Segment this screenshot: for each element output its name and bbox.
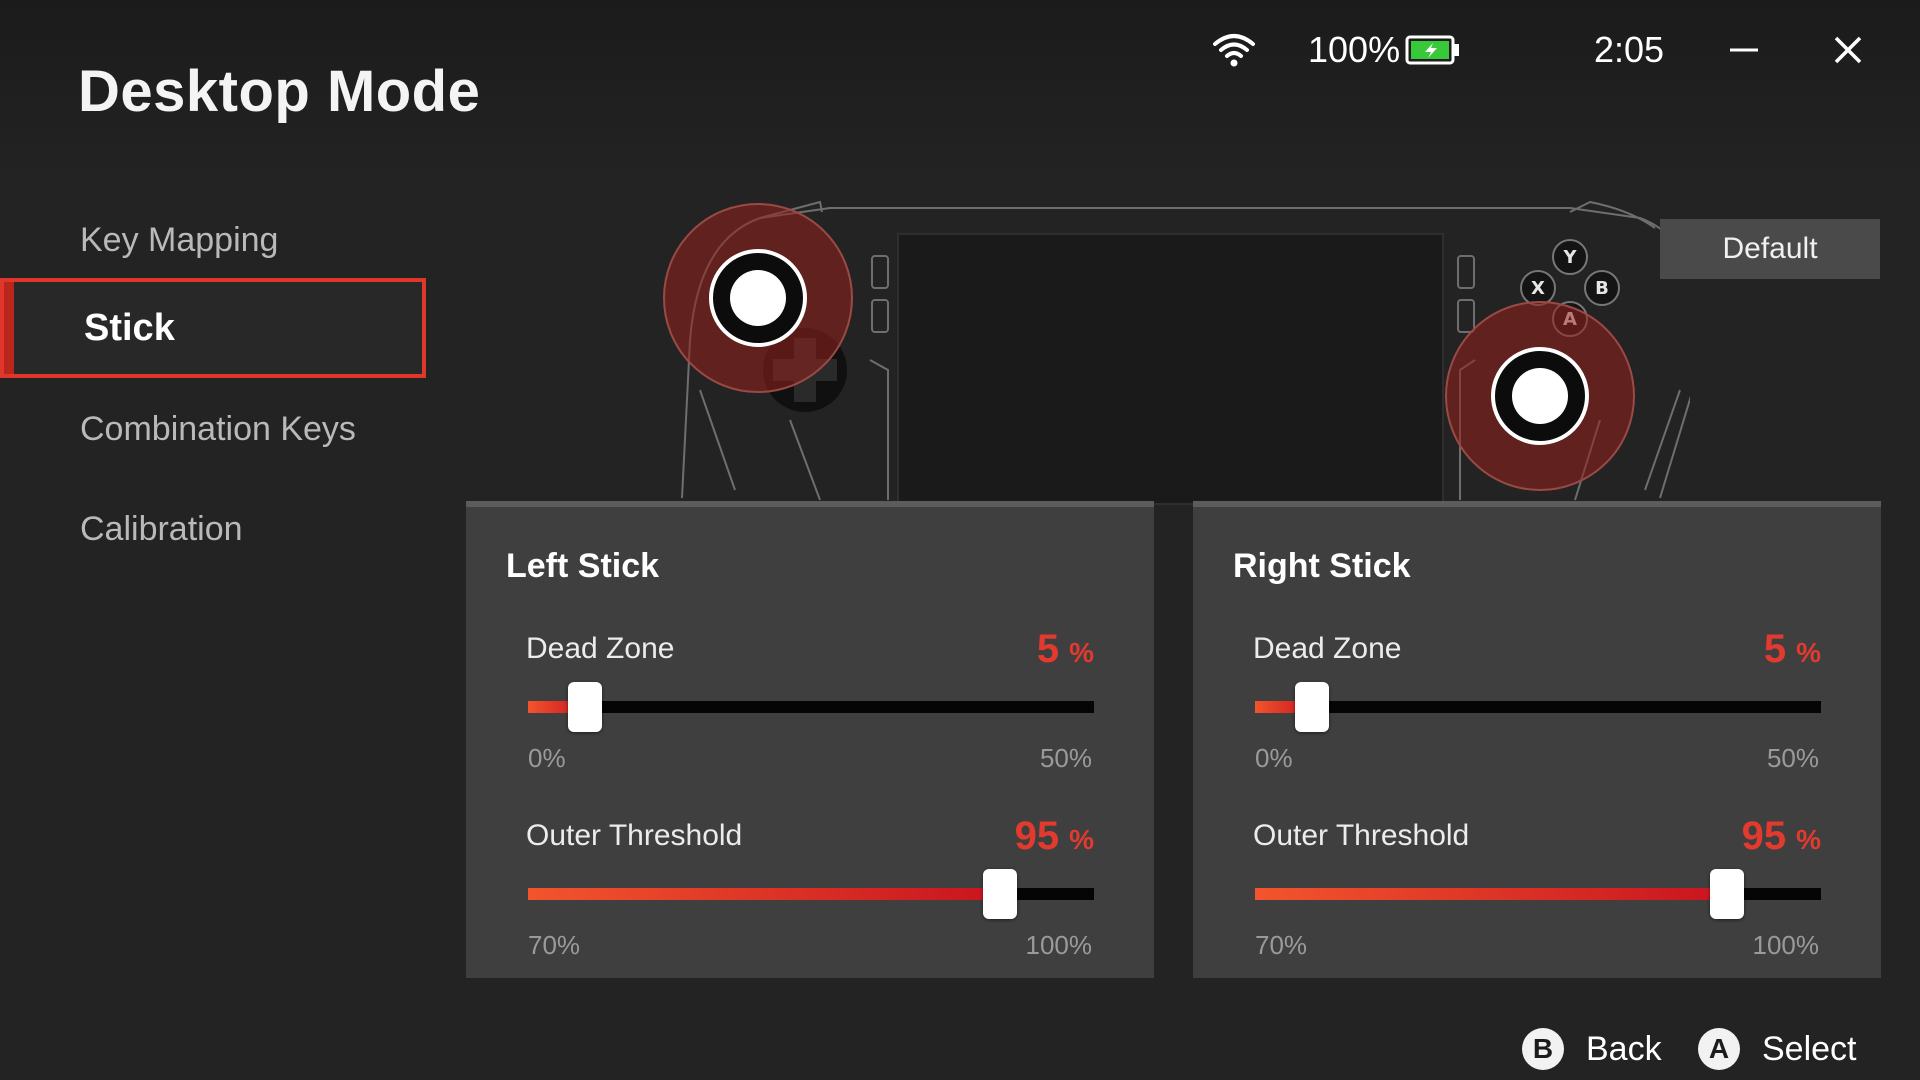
sidebar-item-key-mapping[interactable]: Key Mapping — [0, 190, 426, 290]
wifi-icon — [1212, 22, 1266, 78]
slider-thumb[interactable] — [982, 869, 1017, 919]
close-icon — [1834, 36, 1862, 64]
sidebar-item-stick[interactable]: Stick — [0, 278, 426, 378]
right-outer-threshold-max: 100% — [1752, 930, 1820, 960]
minimize-icon — [1730, 48, 1758, 52]
default-button[interactable]: Default — [1660, 219, 1880, 279]
sidebar-item-combination-keys[interactable]: Combination Keys — [0, 379, 426, 479]
slider-thumb[interactable] — [1294, 682, 1329, 732]
right-dead-zone-min: 0% — [1255, 743, 1293, 773]
b-button-icon: B — [1522, 1028, 1564, 1070]
back-hint-button[interactable]: B Back — [1522, 1028, 1662, 1070]
right-outer-threshold-min: 70% — [1255, 930, 1308, 960]
sidebar-item-calibration[interactable]: Calibration — [0, 479, 426, 579]
clock: 2:05 — [1594, 29, 1665, 70]
left-outer-threshold-slider[interactable] — [528, 869, 1094, 919]
left-dead-zone-value: 5% — [1036, 627, 1094, 671]
left-outer-threshold-min: 70% — [528, 930, 581, 960]
a-button-icon: A — [1698, 1028, 1740, 1070]
face-button-b: B — [1595, 278, 1609, 299]
left-dead-zone-min: 0% — [528, 743, 566, 773]
left-dead-zone-slider[interactable] — [528, 682, 1094, 732]
select-hint-button[interactable]: A Select — [1698, 1028, 1857, 1070]
face-button-x: X — [1531, 278, 1545, 299]
right-outer-threshold-label: Outer Threshold — [1253, 819, 1470, 852]
right-stick-highlight — [1445, 301, 1635, 491]
close-button[interactable] — [1820, 22, 1876, 78]
battery-charging-icon — [1405, 22, 1461, 78]
back-label: Back — [1586, 1029, 1662, 1068]
device-illustration: Y X B A — [640, 190, 1710, 510]
left-dead-zone-label: Dead Zone — [526, 632, 675, 665]
left-stick-highlight — [663, 203, 853, 393]
left-outer-threshold-value: 95% — [1014, 814, 1094, 858]
battery-percent: 100% — [1308, 29, 1401, 70]
page-title: Desktop Mode — [78, 59, 481, 124]
left-outer-threshold-max: 100% — [1025, 930, 1093, 960]
right-stick-panel: Right Stick Dead Zone 5% 0% 50% Outer Th… — [1193, 501, 1881, 978]
right-stick-title: Right Stick — [1233, 547, 1411, 585]
slider-thumb[interactable] — [1709, 869, 1744, 919]
select-label: Select — [1762, 1029, 1857, 1068]
left-stick-panel: Left Stick Dead Zone 5% 0% 50% Outer Thr… — [466, 501, 1154, 978]
slider-thumb[interactable] — [567, 682, 602, 732]
right-dead-zone-slider[interactable] — [1255, 682, 1821, 732]
right-dead-zone-label: Dead Zone — [1253, 632, 1402, 665]
right-outer-threshold-slider[interactable] — [1255, 869, 1821, 919]
right-dead-zone-max: 50% — [1766, 743, 1819, 773]
right-dead-zone-value: 5% — [1763, 627, 1821, 671]
minimize-button[interactable] — [1716, 22, 1772, 78]
left-stick-title: Left Stick — [506, 547, 660, 585]
right-outer-threshold-value: 95% — [1741, 814, 1821, 858]
face-button-y: Y — [1562, 247, 1577, 268]
left-dead-zone-max: 50% — [1039, 743, 1092, 773]
left-outer-threshold-label: Outer Threshold — [526, 819, 743, 852]
